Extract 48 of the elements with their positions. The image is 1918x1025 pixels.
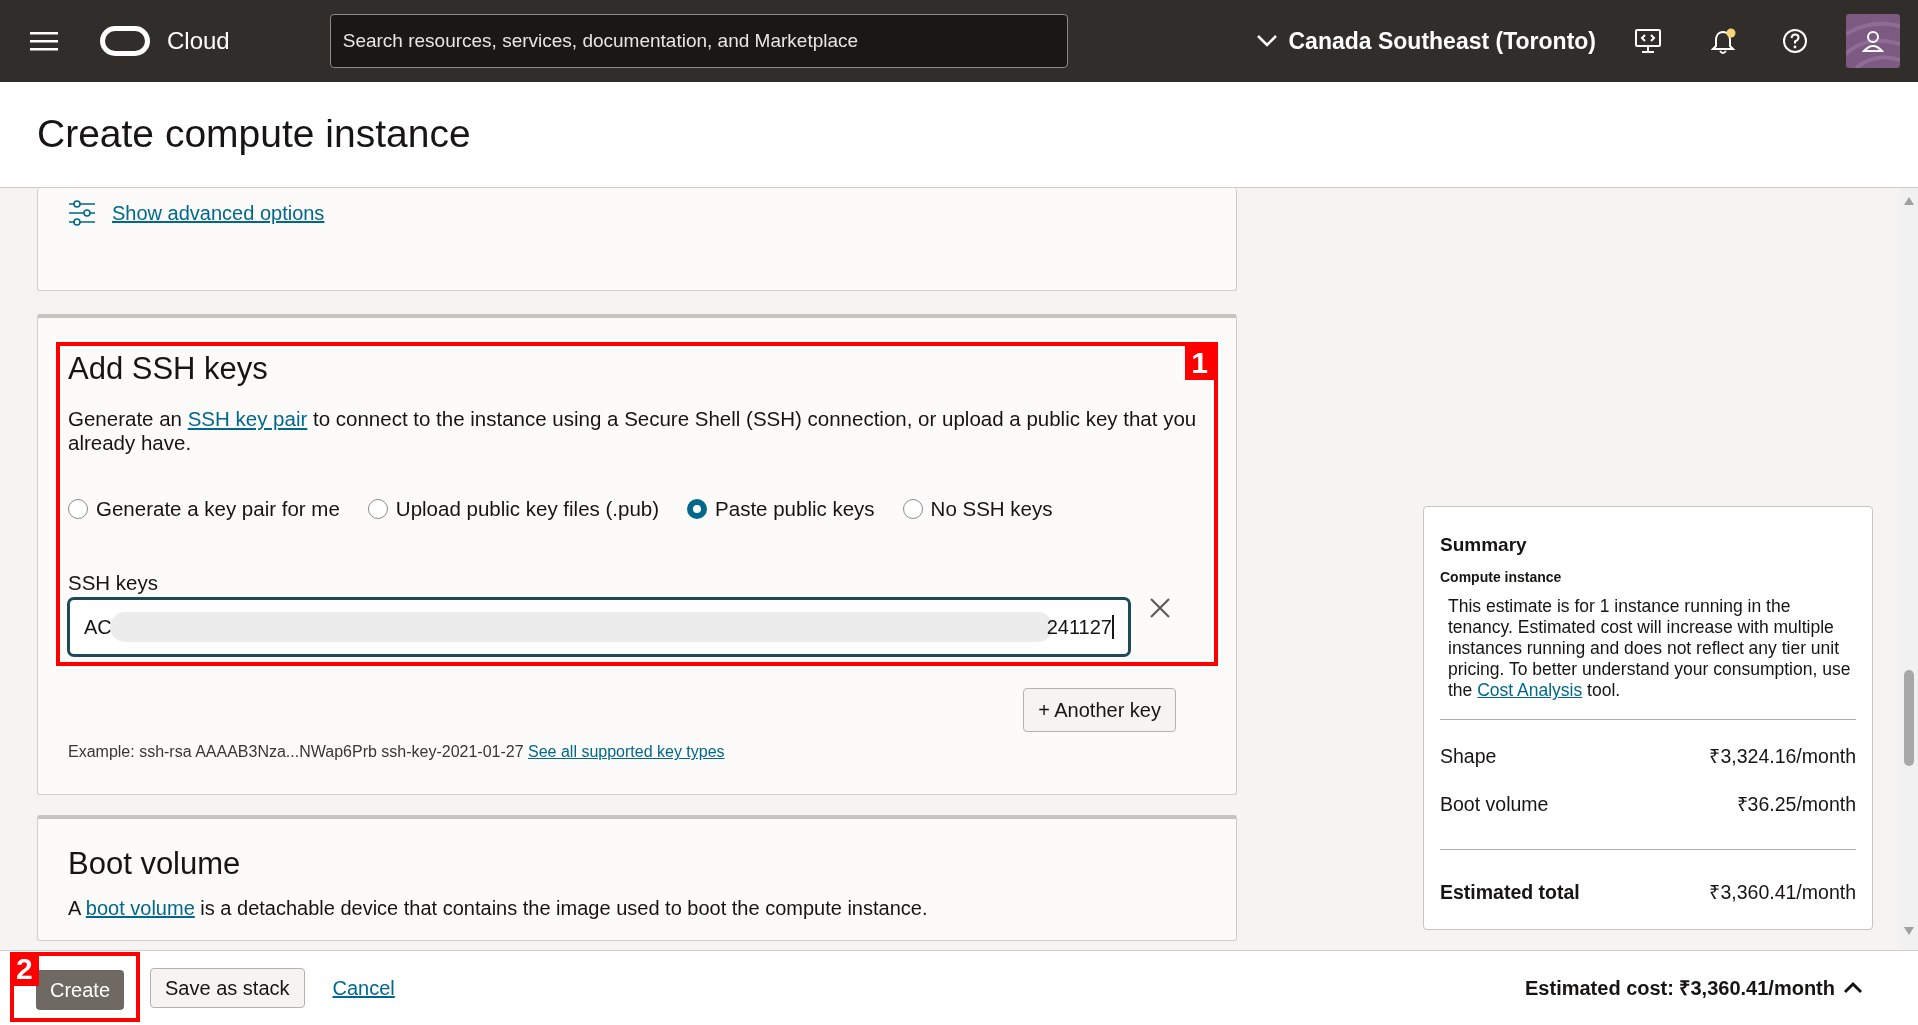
cost-value: ₹36.25/month	[1736, 791, 1856, 817]
bell-icon[interactable]	[1710, 27, 1737, 55]
sliders-icon	[68, 200, 96, 226]
advanced-options-link[interactable]: Show advanced options	[112, 201, 325, 225]
cost-analysis-link[interactable]: Cost Analysis	[1477, 680, 1583, 701]
scrollbar[interactable]	[1900, 188, 1918, 950]
boot-volume-link[interactable]: boot volume	[85, 897, 195, 920]
scrollbar-thumb[interactable]	[1904, 670, 1914, 766]
action-button[interactable]: Save as stack	[150, 968, 305, 1008]
section-heading: Boot volume	[68, 845, 242, 883]
page-title: Create compute instance	[37, 111, 471, 158]
field-label: SSH keys	[68, 571, 159, 596]
supported-key-types-link[interactable]: See all supported key types	[528, 743, 725, 761]
ssh-key-pair-link[interactable]: SSH key pair	[187, 407, 308, 431]
logo-icon[interactable]	[100, 26, 150, 56]
total-value: ₹3,360.41/month	[1709, 879, 1856, 905]
avatar-icon[interactable]	[1846, 14, 1900, 68]
cost-label: Shape	[1440, 744, 1497, 770]
annotation-label: 1	[1185, 346, 1214, 380]
another-key-button[interactable]: + Another key	[1023, 688, 1176, 733]
region-selector[interactable]: Canada Southeast (Toronto)	[1288, 23, 1596, 59]
estimated-cost: Estimated cost: ₹3,360.41/month	[1525, 976, 1835, 1001]
summary-title: Summary	[1440, 532, 1528, 557]
chevron-down-icon[interactable]	[1256, 34, 1279, 48]
description-text: Generate an SSH key pair to connect to the instance using a Secure Shell (SSH) connection, or upload a public key that you already have.	[68, 407, 1198, 456]
menu-icon[interactable]	[30, 30, 58, 52]
action-button[interactable]: Create	[36, 970, 125, 1010]
radio-button[interactable]	[902, 499, 923, 520]
radio-button[interactable]	[68, 499, 88, 520]
summary-text: This estimate is for 1 instance running in the tenancy. Estimated cost will increase with multiple instances running and does not reflect any tier unit pricing. To better understand your consumption, use the Cost Analysis tool.	[1447, 596, 1852, 702]
summary-subtitle: Compute instance	[1440, 568, 1563, 588]
close-icon[interactable]	[1150, 598, 1170, 619]
radio-label: No SSH keys	[930, 497, 1053, 522]
cost-value: ₹3,324.16/month	[1709, 744, 1856, 770]
radio-button[interactable]	[687, 499, 708, 520]
total-label: Estimated total	[1440, 879, 1580, 905]
cancel-link[interactable]: Cancel	[332, 973, 395, 1003]
chevron-up-icon[interactable]	[1843, 981, 1863, 995]
brand-name[interactable]: Cloud	[167, 23, 230, 59]
help-icon[interactable]	[1782, 28, 1808, 54]
search-field[interactable]: Search resources, services, documentation, and Marketplace	[329, 14, 1068, 68]
radio-button[interactable]	[367, 499, 388, 520]
cost-label: Boot volume	[1440, 791, 1549, 817]
example-text: Example: ssh-rsa AAAAB3Nza...NWap6Prb ssh-key-2021-01-27 See all supported key types	[68, 742, 726, 763]
monitor-icon[interactable]	[1634, 28, 1662, 54]
description-text: A boot volume is a detachable device that contains the image used to boot the compute instance.	[68, 896, 929, 921]
ssh-keys-field[interactable]: AC 241127	[68, 598, 1130, 657]
radio-option[interactable]: No SSH keys	[902, 497, 1053, 522]
